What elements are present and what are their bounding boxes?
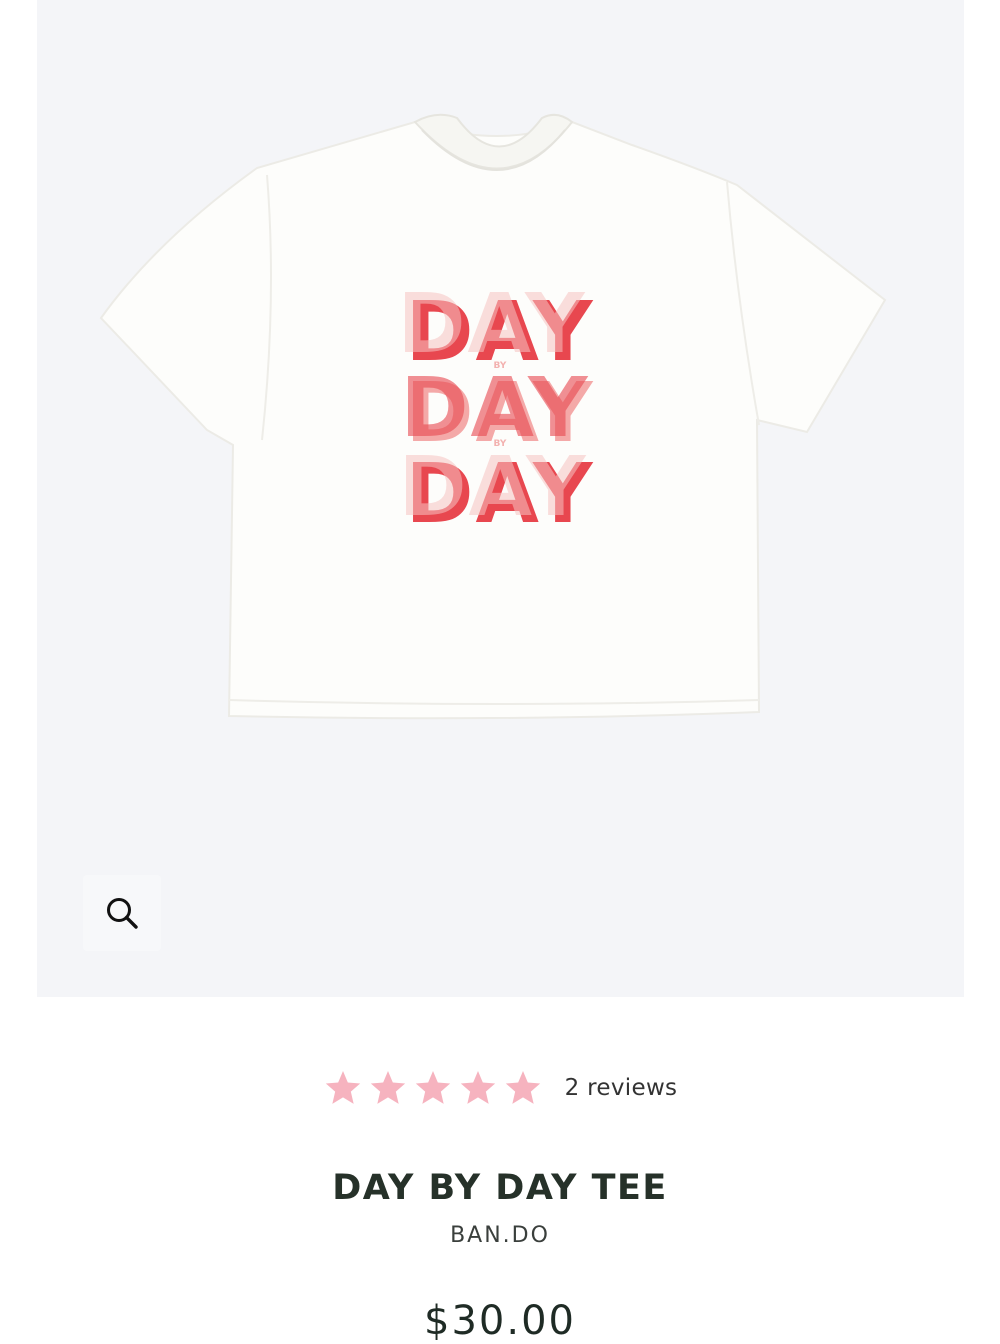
star-icon bbox=[460, 1071, 495, 1104]
graphic-line-3-shadow: DAY bbox=[398, 440, 587, 535]
product-title: DAY BY DAY TEE bbox=[332, 1168, 668, 1208]
brand-name[interactable]: BAN.DO bbox=[0, 1223, 1000, 1248]
star-icon bbox=[415, 1071, 450, 1104]
star-icon bbox=[505, 1071, 540, 1104]
star-icon bbox=[325, 1071, 360, 1104]
product-gallery: DAY DAY BY DAY DAY BY DAY DAY bbox=[37, 0, 964, 997]
graphic-line-1-shadow: DAY bbox=[397, 277, 586, 372]
reviews-link[interactable]: 2 reviews bbox=[565, 1075, 678, 1101]
star-icon bbox=[370, 1071, 405, 1104]
zoom-button[interactable] bbox=[83, 875, 161, 951]
star-rating[interactable] bbox=[323, 1068, 543, 1108]
tee-graphic: DAY DAY BY DAY DAY BY DAY DAY bbox=[397, 277, 592, 542]
product-price: $30.00 bbox=[424, 1298, 576, 1344]
rating-summary: 2 reviews bbox=[0, 1064, 1000, 1112]
search-icon bbox=[107, 898, 138, 929]
product-image[interactable]: DAY DAY BY DAY DAY BY DAY DAY bbox=[37, 0, 964, 997]
